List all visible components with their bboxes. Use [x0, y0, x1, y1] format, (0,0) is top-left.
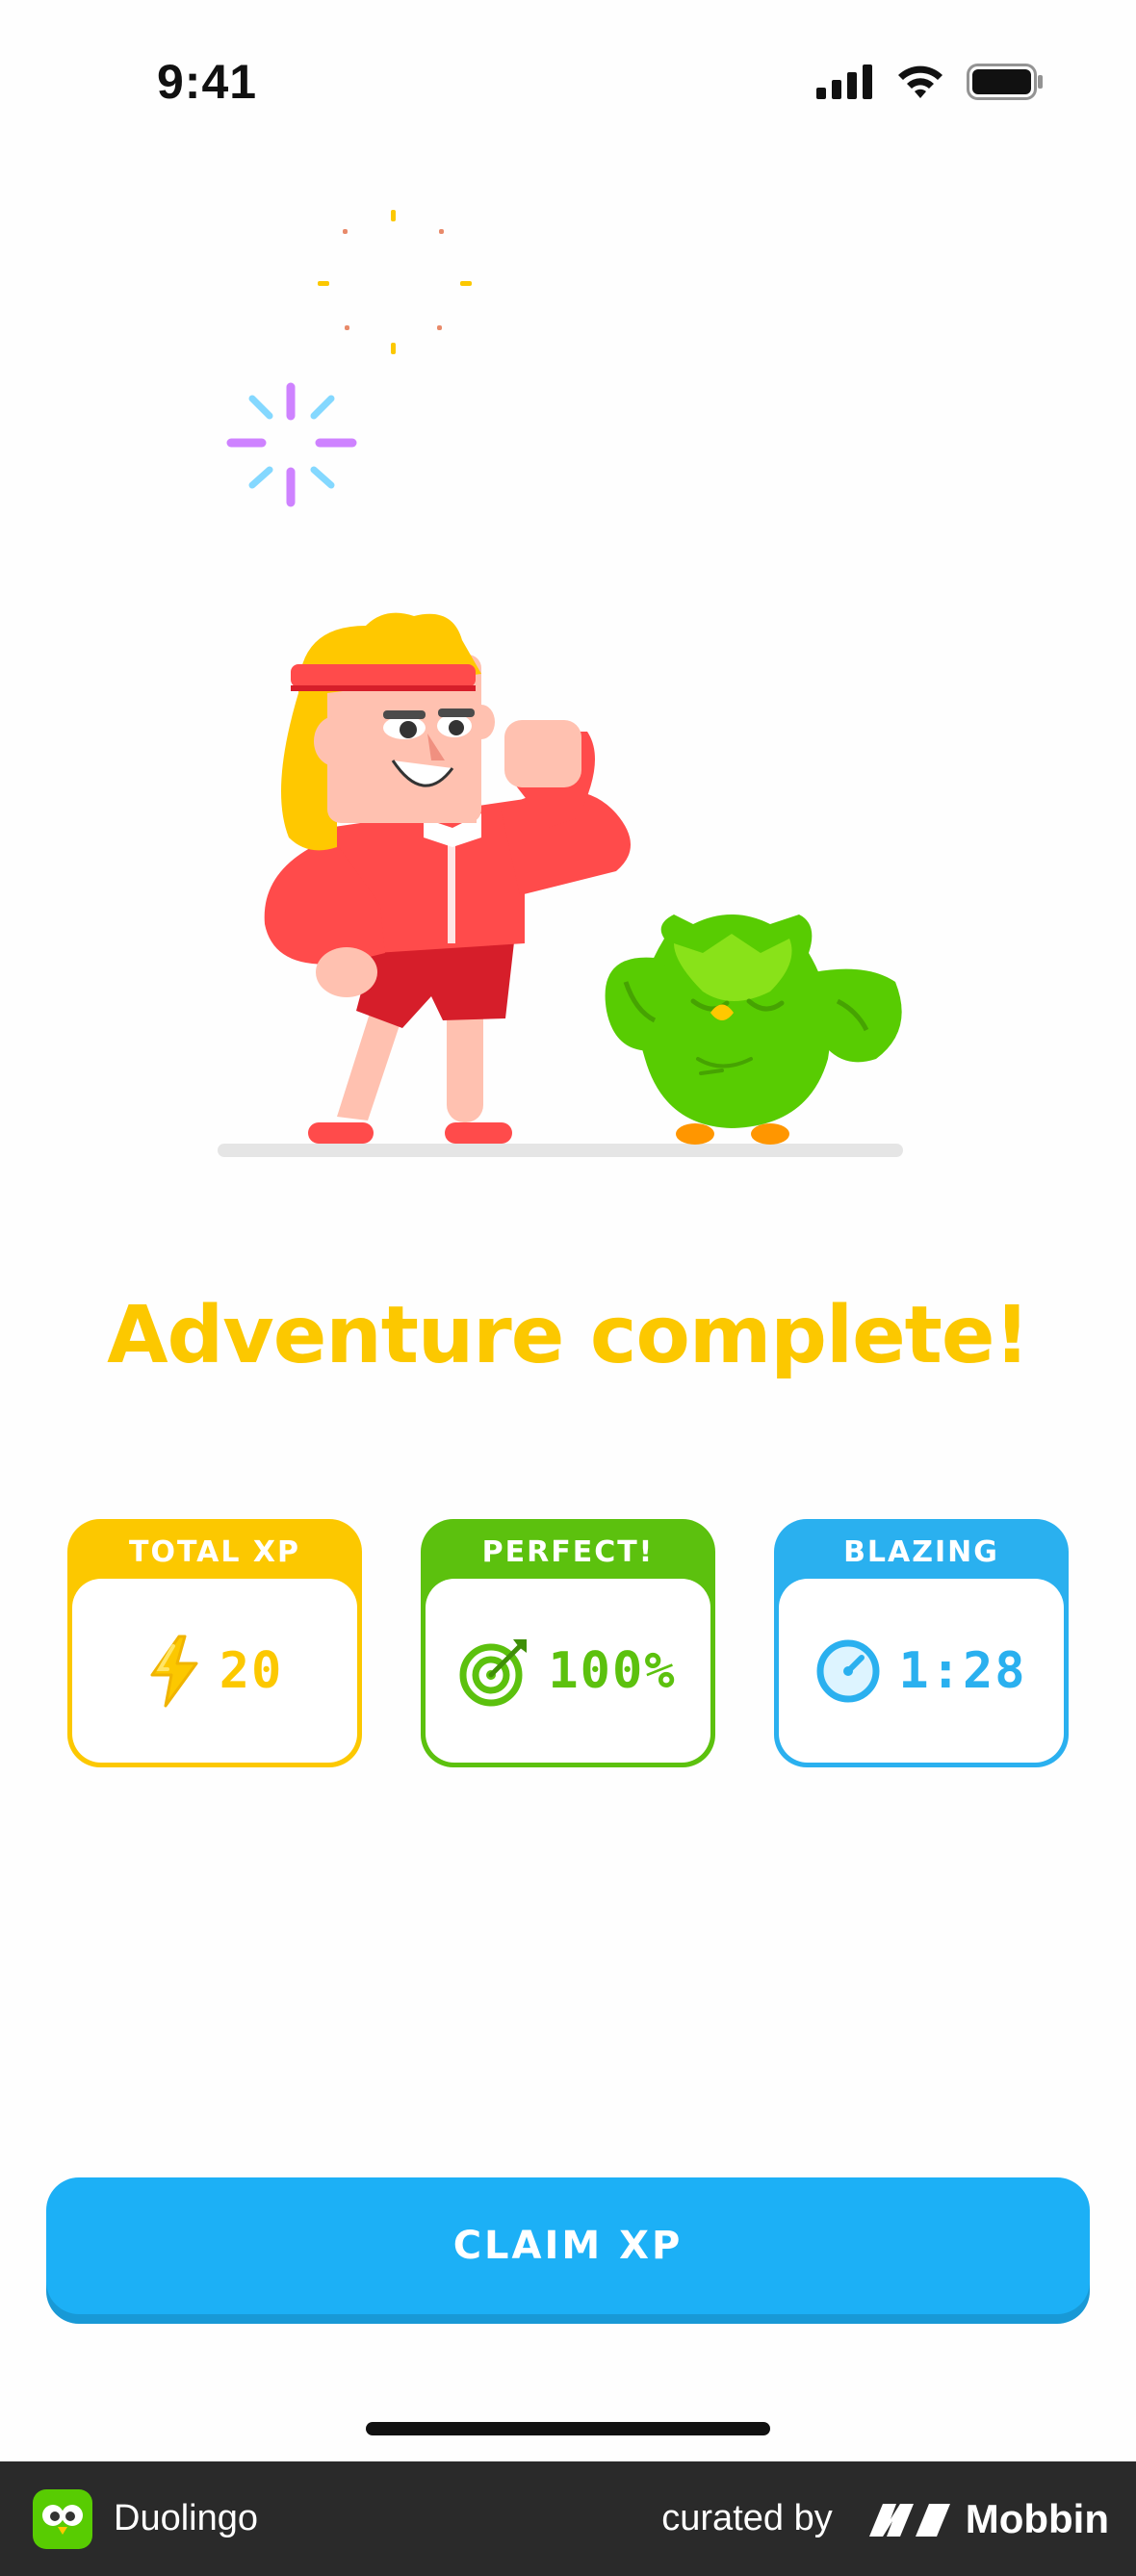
celebration-illustration [218, 210, 903, 1157]
stats-row: TOTAL XP 20 PERFECT! 100% BLAZING 1:28 [67, 1519, 1069, 1767]
lightning-icon [150, 1635, 198, 1707]
footer-app-name: Duolingo [114, 2498, 258, 2538]
blazing-label: BLAZING [843, 1535, 999, 1569]
perfect-card: PERFECT! 100% [421, 1519, 715, 1767]
ground-line [218, 1144, 903, 1157]
sparkle-yellow-icon [318, 210, 472, 354]
stopwatch-icon [816, 1639, 880, 1702]
total-xp-value: 20 [219, 1641, 284, 1700]
sparkle-purple-icon [226, 382, 357, 507]
cellular-signal-icon [816, 64, 872, 99]
curated-by-text: curated by [661, 2498, 833, 2538]
home-indicator[interactable] [366, 2422, 770, 2435]
mobbin-brand[interactable]: Mobbin [867, 2496, 1109, 2542]
footer-bar: Duolingo curated by Mobbin [0, 2461, 1136, 2576]
blazing-card: BLAZING 1:28 [774, 1519, 1069, 1767]
status-icons [816, 64, 1044, 100]
status-bar: 9:41 [0, 0, 1136, 168]
blazing-value: 1:28 [898, 1641, 1027, 1700]
owl-character [605, 914, 902, 1145]
mobbin-name: Mobbin [965, 2495, 1109, 2541]
duolingo-app-icon [33, 2488, 92, 2549]
mobbin-logo-icon [868, 2503, 950, 2537]
battery-icon [967, 64, 1043, 100]
page-title: Adventure complete! [107, 1290, 1030, 1381]
status-time: 9:41 [157, 55, 258, 109]
total-xp-label: TOTAL XP [129, 1535, 300, 1569]
wifi-icon [898, 65, 942, 98]
man-character [264, 612, 631, 1144]
blazing-body: 1:28 [779, 1579, 1064, 1763]
total-xp-card: TOTAL XP 20 [67, 1519, 362, 1767]
perfect-label: PERFECT! [481, 1535, 655, 1569]
claim-xp-button[interactable]: CLAIM XP [46, 2177, 1090, 2314]
perfect-body: 100% [426, 1579, 710, 1763]
target-icon [459, 1638, 528, 1706]
perfect-value: 100% [548, 1641, 677, 1700]
total-xp-body: 20 [72, 1579, 357, 1763]
